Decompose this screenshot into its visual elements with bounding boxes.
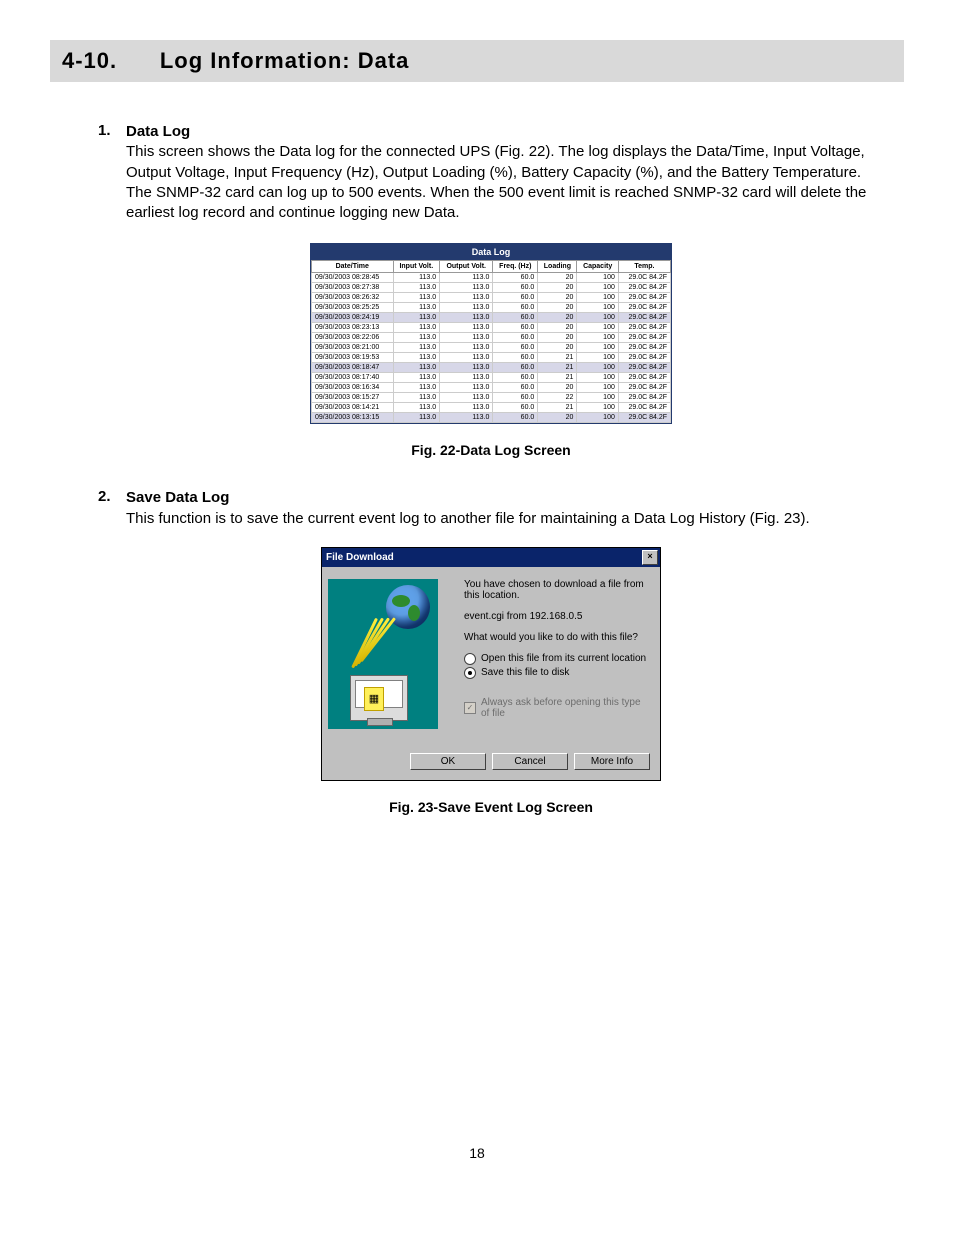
item1-body: This screen shows the Data log for the c… — [126, 143, 866, 221]
datalog-header: Input Volt. — [393, 261, 440, 273]
datalog-title: Data Log — [311, 244, 671, 260]
table-row: 09/30/2003 08:14:21113.0113.060.02110029… — [312, 403, 671, 413]
datalog-header: Temp. — [618, 261, 670, 273]
datalog-header: Output Volt. — [440, 261, 493, 273]
datalog-header: Loading — [538, 261, 577, 273]
item2-number: 2. — [98, 488, 126, 529]
table-row: 09/30/2003 08:16:34113.0113.060.02010029… — [312, 383, 671, 393]
table-row: 09/30/2003 08:22:06113.0113.060.02010029… — [312, 333, 671, 343]
item2-title: Save Data Log — [126, 489, 229, 506]
table-row: 09/30/2003 08:18:47113.0113.060.02110029… — [312, 363, 671, 373]
table-row: 09/30/2003 08:28:45113.0113.060.02010029… — [312, 273, 671, 283]
item1-number: 1. — [98, 122, 126, 223]
table-row: 09/30/2003 08:23:13113.0113.060.02010029… — [312, 323, 671, 333]
item2-body: This function is to save the current eve… — [126, 510, 810, 527]
table-row: 09/30/2003 08:25:25113.0113.060.02010029… — [312, 303, 671, 313]
dialog-line1: You have chosen to download a file from … — [464, 579, 650, 601]
cancel-button[interactable]: Cancel — [492, 753, 568, 770]
table-row: 09/30/2003 08:24:19113.0113.060.02010029… — [312, 313, 671, 323]
datalog-table: Data Log Date/TimeInput Volt.Output Volt… — [310, 243, 672, 424]
close-icon[interactable]: × — [642, 550, 658, 565]
file-download-dialog: File Download × ▦ You have chosen to dow… — [321, 547, 661, 781]
datalog-header: Freq. (Hz) — [493, 261, 538, 273]
fig22-caption: Fig. 22-Data Log Screen — [98, 442, 884, 458]
table-row: 09/30/2003 08:21:00113.0113.060.02010029… — [312, 343, 671, 353]
table-row: 09/30/2003 08:19:53113.0113.060.02110029… — [312, 353, 671, 363]
checkbox-always-ask: ✓ — [464, 702, 476, 714]
radio-save[interactable] — [464, 667, 476, 679]
download-graphic: ▦ — [328, 579, 438, 729]
section-number: 4-10. — [62, 48, 117, 73]
fig23-caption: Fig. 23-Save Event Log Screen — [98, 799, 884, 815]
table-row: 09/30/2003 08:15:27113.0113.060.02210029… — [312, 393, 671, 403]
document-icon: ▦ — [364, 687, 384, 711]
table-row: 09/30/2003 08:27:38113.0113.060.02010029… — [312, 283, 671, 293]
page-number: 18 — [50, 1145, 904, 1161]
radio-save-label: Save this file to disk — [481, 667, 569, 678]
more-info-button[interactable]: More Info — [574, 753, 650, 770]
dialog-title: File Download — [326, 552, 394, 563]
datalog-header: Capacity — [577, 261, 618, 273]
datalog-header: Date/Time — [312, 261, 394, 273]
table-row: 09/30/2003 08:26:32113.0113.060.02010029… — [312, 293, 671, 303]
section-header: 4-10. Log Information: Data — [50, 40, 904, 82]
stream-icon — [338, 619, 418, 679]
ok-button[interactable]: OK — [410, 753, 486, 770]
item1-title: Data Log — [126, 123, 190, 140]
table-row: 09/30/2003 08:13:15113.0113.060.02010029… — [312, 413, 671, 423]
dialog-line3: What would you like to do with this file… — [464, 632, 650, 643]
section-title: Log Information: Data — [160, 48, 410, 73]
checkbox-label: Always ask before opening this type of f… — [481, 697, 650, 719]
dialog-line2: event.cgi from 192.168.0.5 — [464, 611, 650, 622]
radio-open-label: Open this file from its current location — [481, 653, 646, 664]
radio-open[interactable] — [464, 653, 476, 665]
table-row: 09/30/2003 08:17:40113.0113.060.02110029… — [312, 373, 671, 383]
